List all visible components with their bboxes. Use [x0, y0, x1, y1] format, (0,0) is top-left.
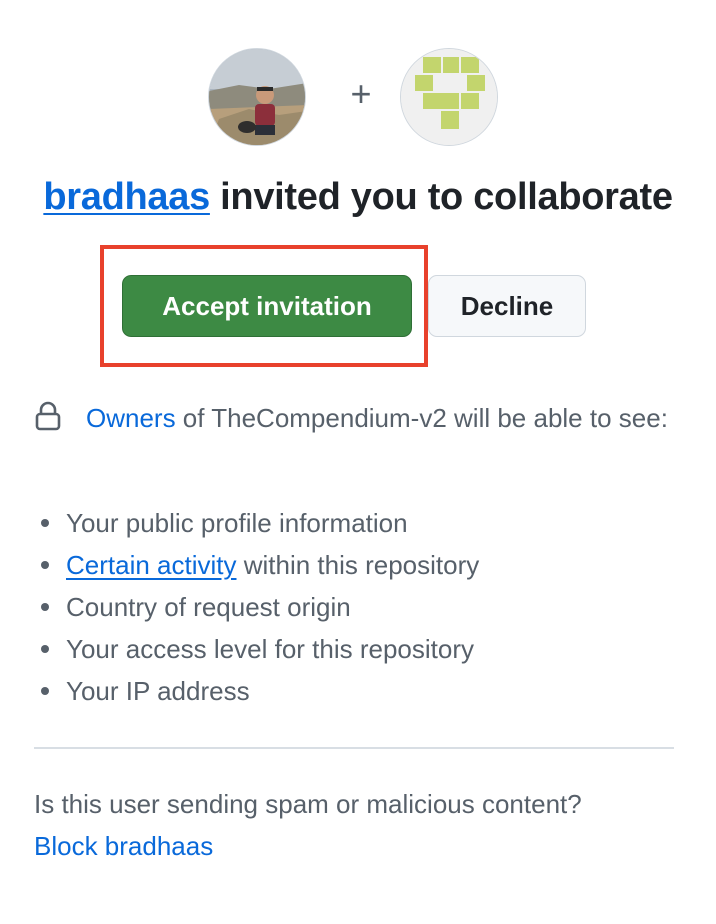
decline-button[interactable]: Decline [428, 275, 586, 337]
plus-icon: + [350, 73, 372, 114]
certain-activity-link[interactable]: Certain activity [66, 550, 237, 580]
bullet-icon [41, 561, 49, 569]
bullet-icon [41, 519, 49, 527]
lock-icon [35, 401, 61, 431]
list-item-text: Your access level for this repository [66, 634, 475, 664]
bullet-icon [41, 603, 49, 611]
owners-link[interactable]: Owners [86, 403, 176, 433]
user-photo-icon [209, 49, 305, 145]
inviter-avatar[interactable] [208, 48, 306, 146]
section-divider [34, 747, 674, 749]
bullet-icon [41, 645, 49, 653]
list-item-text: Your public profile information [66, 508, 408, 538]
list-item-text: Country of request origin [66, 592, 351, 622]
visible-info-list: Your public profile information Certain … [34, 502, 479, 712]
block-user-link[interactable]: Block bradhaas [34, 826, 213, 866]
list-item: Certain activity within this repository [34, 544, 479, 586]
spam-question: Is this user sending spam or malicious c… [34, 789, 582, 819]
headline-text: invited you to collaborate [209, 176, 673, 218]
disclosure-text: of TheCompendium-v2 will be able to see: [175, 403, 668, 433]
identicon-icon [401, 49, 497, 145]
list-item: Your public profile information [34, 502, 479, 544]
visibility-disclosure: Owners of TheCompendium-v2 will be able … [34, 396, 674, 440]
list-item-text: within this repository [236, 550, 480, 580]
accept-invitation-button[interactable]: Accept invitation [122, 275, 412, 337]
bullet-icon [41, 687, 49, 695]
list-item-text: Your IP address [66, 676, 250, 706]
inviter-username-link[interactable]: bradhaas [43, 176, 210, 218]
avatars-row: + [0, 48, 716, 148]
list-item: Your access level for this repository [34, 628, 479, 670]
invitation-headline: bradhaas invited you to collaborate [0, 172, 716, 222]
repo-owner-avatar[interactable] [400, 48, 498, 146]
list-item: Your IP address [34, 670, 479, 712]
list-item: Country of request origin [34, 586, 479, 628]
